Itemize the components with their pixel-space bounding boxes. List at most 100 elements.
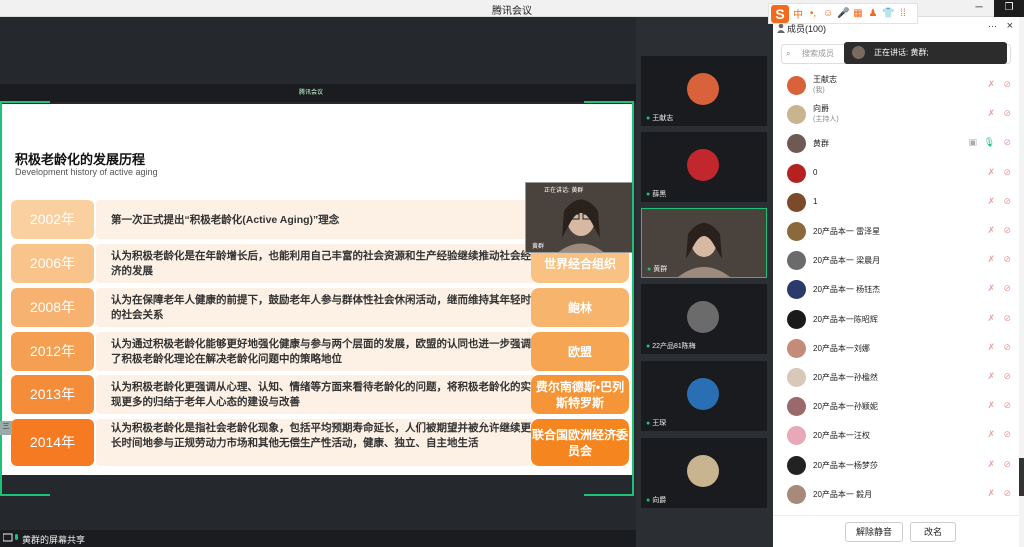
member-row[interactable]: 20产品本一陈昭辉 ✗ ⊘ (773, 305, 1011, 334)
video-tile[interactable]: ● 黄群 (641, 208, 767, 278)
member-name: 1 (813, 196, 818, 206)
video-tile[interactable]: ● 向爵 (641, 438, 767, 508)
user-icon[interactable]: ♟ (867, 8, 879, 19)
camera-off-icon[interactable]: ⊘ (1003, 313, 1011, 324)
mic-muted-icon[interactable]: ✗ (987, 429, 995, 440)
mic-muted-icon[interactable]: ✗ (987, 488, 995, 499)
member-role: (主持人) (813, 116, 839, 124)
member-row[interactable]: 黄群 ▣ 🎙 ⊘ (773, 129, 1011, 158)
member-row[interactable]: 0 ✗ ⊘ (773, 159, 1011, 188)
mic-muted-icon[interactable]: ✗ (987, 283, 995, 294)
member-row[interactable]: 20产品本一孙楹然 ✗ ⊘ (773, 363, 1011, 392)
mic-muted-icon[interactable]: ✗ (987, 79, 995, 90)
unmute-all-button[interactable]: 解除静音 (845, 522, 903, 542)
chinese-mode-icon[interactable]: 中 (792, 6, 804, 21)
camera-off-icon[interactable]: ⊘ (1003, 167, 1011, 178)
members-icon (777, 23, 785, 33)
member-role: (我) (813, 87, 825, 94)
member-row[interactable]: 1 ✗ ⊘ (773, 188, 1011, 217)
mic-muted-icon[interactable]: ✗ (987, 225, 995, 236)
member-row[interactable]: 20产品本一刘娜 ✗ ⊘ (773, 334, 1011, 363)
search-icon: ⌕ (786, 49, 791, 58)
scrollbar-thumb[interactable] (1019, 458, 1024, 496)
restore-button[interactable]: ❐ (994, 0, 1024, 17)
member-avatar (787, 134, 806, 154)
camera-off-icon[interactable]: ⊘ (1003, 400, 1011, 411)
frame-corner (0, 494, 50, 496)
speaker-video-tile: 正在讲话: 黄群 黄群 (525, 182, 634, 253)
mic-muted-icon[interactable]: ✗ (987, 167, 995, 178)
member-name: 向爵 (主持人) (813, 104, 839, 124)
punctuation-icon[interactable]: •, (807, 8, 819, 19)
minimize-button[interactable]: ─ (964, 0, 994, 17)
member-name: 20产品本一陈昭辉 (813, 314, 878, 324)
mic-muted-icon[interactable]: ✗ (987, 108, 995, 119)
sogou-logo-icon: S (771, 4, 789, 23)
member-row[interactable]: 王献志 (我) ✗ ⊘ (773, 71, 1011, 100)
member-row[interactable]: 20产品本一 杨钰杰 ✗ ⊘ (773, 275, 1011, 304)
camera-off-icon[interactable]: ⊘ (1003, 488, 1011, 499)
members-scrollbar[interactable] (1019, 17, 1024, 547)
member-avatar (787, 484, 806, 504)
frame-corner (0, 101, 50, 103)
mic-muted-icon[interactable]: ✗ (987, 400, 995, 411)
timeline-description: 认为积极老龄化是在年龄增长后，也能利用自己丰富的社会资源和生产经验继续推动社会经… (111, 250, 531, 277)
skin-icon[interactable]: 👕 (882, 8, 894, 19)
mic-muted-icon[interactable]: ✗ (987, 313, 995, 324)
speaking-toast: 正在讲话: 黄群; (844, 42, 1007, 64)
camera-off-icon[interactable]: ⊘ (1003, 254, 1011, 265)
camera-off-icon[interactable]: ⊘ (1003, 429, 1011, 440)
camera-off-icon[interactable]: ⊘ (1003, 137, 1011, 148)
member-row[interactable]: 20产品本一孙颖妮 ✗ ⊘ (773, 392, 1011, 421)
rename-button[interactable]: 改名 (910, 522, 956, 542)
voice-icon[interactable]: 🎤 (837, 8, 849, 19)
member-row[interactable]: 向爵 (主持人) ✗ ⊘ (773, 100, 1011, 129)
mic-muted-icon[interactable]: ✗ (987, 342, 995, 353)
mic-muted-icon[interactable]: ✗ (987, 254, 995, 265)
camera-off-icon[interactable]: ⊘ (1003, 108, 1011, 119)
member-row[interactable]: 20产品本一 梁晨月 ✗ ⊘ (773, 246, 1011, 275)
screen-share-icon (3, 533, 18, 542)
camera-off-icon[interactable]: ⊘ (1003, 196, 1011, 207)
camera-off-icon[interactable]: ⊘ (1003, 342, 1011, 353)
member-row[interactable]: 20产品本一 毅月 ✗ ⊘ (773, 480, 1011, 509)
member-avatar (787, 426, 806, 446)
mic-icon: ● (646, 497, 651, 504)
share-status-bar: 黄群的屏幕共享 (0, 530, 636, 547)
participant-avatar (687, 455, 719, 487)
member-avatar (787, 368, 806, 387)
member-avatar (787, 251, 806, 271)
video-tile[interactable]: ● 薛黑 (641, 132, 767, 202)
video-tile[interactable]: ● 王琛 (641, 361, 767, 431)
side-collapse-tab[interactable]: 三 (0, 421, 12, 435)
camera-off-icon[interactable]: ⊘ (1003, 79, 1011, 90)
member-avatar (787, 76, 806, 95)
ime-toolbar[interactable]: S 中 •, ☺ 🎤 ▦ ♟ 👕 ⁞⁞ (768, 3, 918, 24)
mic-muted-icon[interactable]: ✗ (987, 196, 995, 207)
close-panel-icon[interactable]: × (1007, 20, 1013, 32)
member-row[interactable]: 20产品本一杨梦莎 ✗ ⊘ (773, 451, 1011, 480)
camera-off-icon[interactable]: ⊘ (1003, 459, 1011, 470)
member-avatar (787, 309, 806, 329)
emoji-icon[interactable]: ☺ (822, 8, 834, 19)
video-tile[interactable]: ● 王献志 (641, 56, 767, 126)
more-options-icon[interactable]: ··· (988, 21, 997, 31)
mic-on-icon[interactable]: 🎙 (984, 137, 995, 148)
mic-muted-icon[interactable]: ✗ (987, 371, 995, 382)
timeline-description: 认为积极老龄化是指社会老龄化现象，包括平均预期寿命延长，人们被期望并被允许继续更… (111, 422, 531, 449)
mic-muted-icon[interactable]: ✗ (987, 459, 995, 470)
camera-off-icon[interactable]: ⊘ (1003, 283, 1011, 294)
keyboard-icon[interactable]: ▦ (852, 8, 864, 19)
toolbox-icon[interactable]: ⁞⁞ (897, 8, 909, 19)
camera-off-icon[interactable]: ⊘ (1003, 225, 1011, 236)
member-row[interactable]: 20产品本一汪权 ✗ ⊘ (773, 421, 1011, 450)
mic-icon: ● (646, 191, 651, 198)
member-avatar (787, 192, 806, 212)
camera-off-icon[interactable]: ⊘ (1003, 371, 1011, 382)
video-tile[interactable]: ● 22产品81陈梅 (641, 284, 767, 354)
frame-corner (584, 494, 634, 496)
timeline-description: 认为通过积极老龄化能够更好地强化健康与参与两个层面的发展，欧盟的认同也进一步强调… (111, 338, 531, 365)
member-avatar (787, 397, 806, 417)
member-name: 20产品本一刘娜 (813, 343, 870, 353)
member-row[interactable]: 20产品本一 雷泽星 ✗ ⊘ (773, 217, 1011, 246)
